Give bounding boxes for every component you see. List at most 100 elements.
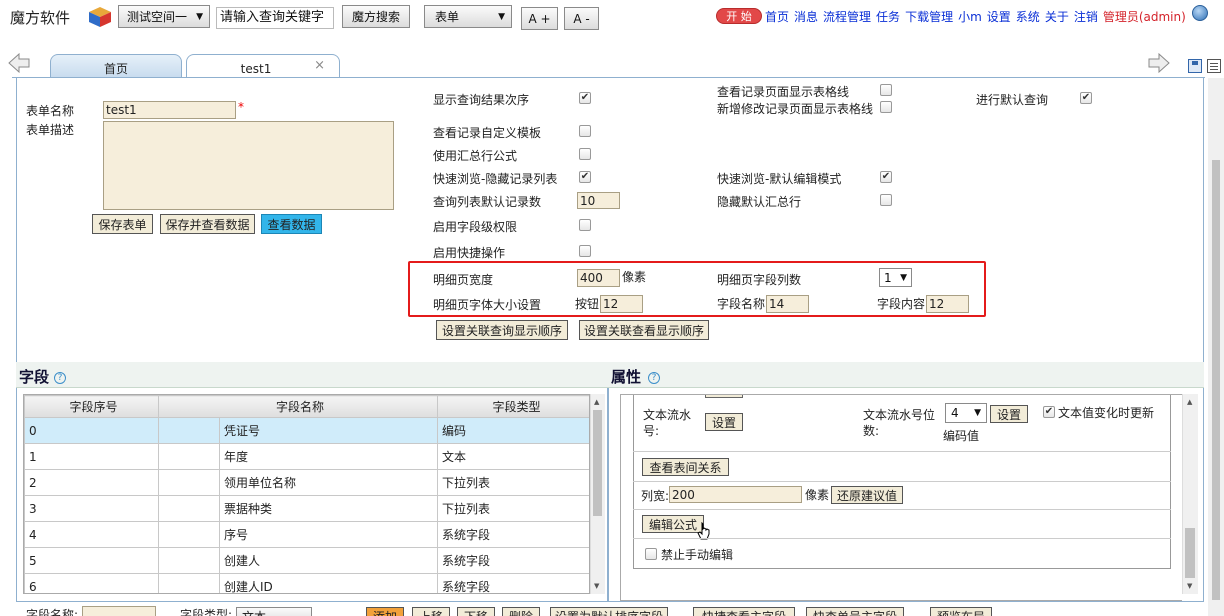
btn-size-input[interactable]: 12 — [600, 295, 643, 313]
view-relation-button[interactable]: 查看表间关系 — [642, 458, 729, 476]
nav-settings[interactable]: 设置 — [987, 10, 1011, 24]
scroll-down-icon[interactable]: ▼ — [1187, 582, 1192, 590]
fields-table: 字段序号 字段名称 字段类型 0 凭证号 编码 1 年度 文本 2 领用单位名称 下拉列表 … — [24, 395, 589, 593]
font-increase-button[interactable]: A + — [521, 7, 558, 30]
scroll-up-icon[interactable]: ▲ — [1187, 398, 1192, 406]
tab-home[interactable]: 首页 — [50, 54, 182, 78]
serial-digits-value: 4 — [951, 406, 959, 420]
col-header-name[interactable]: 字段名称 — [157, 395, 439, 418]
serial-digits-set-button[interactable]: 设置 — [990, 405, 1028, 423]
assoc-query-order-button[interactable]: 设置关联查询显示顺序 — [436, 320, 568, 340]
font-size-label: 明细页字体大小设置 — [433, 298, 542, 312]
fcontent-size-input[interactable]: 12 — [926, 295, 969, 313]
workspace-select[interactable]: 测试空间一 ▼ — [118, 5, 210, 28]
form-name-input[interactable]: test1 — [103, 101, 236, 119]
fields-scrollbar-thumb[interactable] — [593, 410, 602, 516]
view-data-button[interactable]: 查看数据 — [261, 214, 322, 234]
quick-query-main-button[interactable]: 快查单号主字段 — [806, 607, 904, 616]
nav-home[interactable]: 首页 — [765, 10, 789, 24]
table-row[interactable]: 0 凭证号 编码 — [24, 417, 589, 444]
fname-size-input[interactable]: 14 — [766, 295, 809, 313]
table-row[interactable]: 3 票据种类 下拉列表 — [24, 495, 589, 522]
col-header-index[interactable]: 字段序号 — [24, 395, 159, 418]
props-scrollbar-thumb[interactable] — [1185, 528, 1195, 578]
detail-width-input[interactable]: 400 — [577, 269, 620, 287]
assoc-view-order-button[interactable]: 设置关联查看显示顺序 — [579, 320, 709, 340]
user-link[interactable]: 管理员(admin) — [1103, 10, 1186, 24]
font-decrease-button[interactable]: A - — [564, 7, 599, 30]
grid-edit-label: 新增修改记录页面显示表格线 — [717, 102, 874, 116]
globe-icon[interactable] — [1192, 5, 1208, 21]
quick-hide-label: 快速浏览-隐藏记录列表 — [433, 172, 558, 186]
start-button[interactable]: 开 始 — [716, 8, 762, 24]
move-up-button[interactable]: 上移 — [412, 607, 450, 616]
delete-button[interactable]: 删除 — [502, 607, 540, 616]
fields-help-icon[interactable]: ? — [54, 372, 66, 384]
field-type-select[interactable]: 文本 — [236, 607, 312, 616]
show-order-checkbox[interactable]: ✔ — [579, 92, 591, 104]
tab-close-icon[interactable]: × — [314, 52, 325, 80]
serial-digits-select[interactable]: 4 ▼ — [945, 403, 987, 423]
preview-layout-button[interactable]: 预览布局 — [930, 607, 992, 616]
update-on-change-checkbox[interactable]: ✔ — [1043, 406, 1055, 418]
restore-default-button[interactable]: 还原建议值 — [831, 486, 903, 504]
no-manual-edit-checkbox[interactable] — [645, 548, 657, 560]
nav-about[interactable]: 关于 — [1045, 10, 1069, 24]
default-query-checkbox[interactable]: ✔ — [1080, 92, 1092, 104]
default-sort-button[interactable]: 设置为默认排序字段 — [550, 607, 668, 616]
nav-xiaom[interactable]: 小m — [958, 10, 982, 24]
summary-formula-checkbox[interactable] — [579, 148, 591, 160]
col-header-type[interactable]: 字段类型 — [437, 395, 589, 418]
scroll-up-icon[interactable]: ▲ — [594, 398, 599, 406]
table-row[interactable]: 5 创建人 系统字段 — [24, 547, 589, 574]
serial-set-button[interactable]: 设置 — [705, 413, 743, 431]
custom-template-checkbox[interactable] — [579, 125, 591, 137]
nav-downloads[interactable]: 下载管理 — [905, 10, 953, 24]
nav-logout[interactable]: 注销 — [1074, 10, 1098, 24]
grid-view-checkbox[interactable] — [880, 84, 892, 96]
forward-arrow-icon[interactable] — [1148, 52, 1170, 76]
row-index: 1 — [24, 443, 159, 470]
form-select[interactable]: 表单 ▼ — [424, 5, 512, 28]
nav-workflow[interactable]: 流程管理 — [823, 10, 871, 24]
save-form-button[interactable]: 保存表单 — [92, 214, 153, 234]
props-help-icon[interactable]: ? — [648, 372, 660, 384]
quick-edit-checkbox[interactable]: ✔ — [880, 171, 892, 183]
table-row[interactable]: 6 创建人ID 系统字段 — [24, 573, 589, 593]
page-scrollbar-thumb[interactable] — [1212, 160, 1220, 600]
grid-edit-checkbox[interactable] — [880, 101, 892, 113]
scroll-down-icon[interactable]: ▼ — [594, 582, 599, 590]
nav-tasks[interactable]: 任务 — [876, 10, 900, 24]
show-order-label: 显示查询结果次序 — [433, 93, 530, 107]
props-divider — [633, 509, 1171, 510]
search-button[interactable]: 魔方搜索 — [342, 5, 410, 28]
quick-ops-checkbox[interactable] — [579, 245, 591, 257]
nav-messages[interactable]: 消息 — [794, 10, 818, 24]
back-arrow-icon[interactable] — [8, 52, 30, 76]
row-type: 系统字段 — [437, 573, 589, 593]
table-row[interactable]: 4 序号 系统字段 — [24, 521, 589, 548]
quick-view-main-button[interactable]: 快捷查看主字段 — [693, 607, 795, 616]
col-width-input[interactable]: 200 — [669, 486, 802, 503]
nav-system[interactable]: 系统 — [1016, 10, 1040, 24]
dropdown-arrow-icon: ▼ — [498, 11, 505, 22]
layout-icon[interactable] — [1207, 59, 1221, 73]
save-icon[interactable] — [1188, 59, 1202, 73]
field-perm-checkbox[interactable] — [579, 219, 591, 231]
field-name-input[interactable] — [82, 606, 156, 616]
form-desc-textarea[interactable] — [103, 121, 394, 210]
save-and-view-button[interactable]: 保存并查看数据 — [160, 214, 255, 234]
table-row[interactable]: 1 年度 文本 — [24, 443, 589, 470]
default-count-input[interactable]: 10 — [577, 192, 620, 209]
quick-hide-checkbox[interactable]: ✔ — [579, 171, 591, 183]
search-input[interactable]: 请输入查询关键字 — [216, 7, 334, 29]
tab-test1[interactable]: test1 × — [186, 54, 340, 79]
row-type: 系统字段 — [437, 521, 589, 548]
row-name: 序号 — [218, 521, 439, 548]
add-button[interactable]: 添加 — [366, 607, 404, 616]
detail-cols-select[interactable]: 1 ▼ — [879, 268, 912, 287]
move-down-button[interactable]: 下移 — [457, 607, 495, 616]
hide-summary-checkbox[interactable] — [880, 194, 892, 206]
table-row[interactable]: 2 领用单位名称 下拉列表 — [24, 469, 589, 496]
edit-formula-button[interactable]: 编辑公式 — [642, 515, 704, 533]
